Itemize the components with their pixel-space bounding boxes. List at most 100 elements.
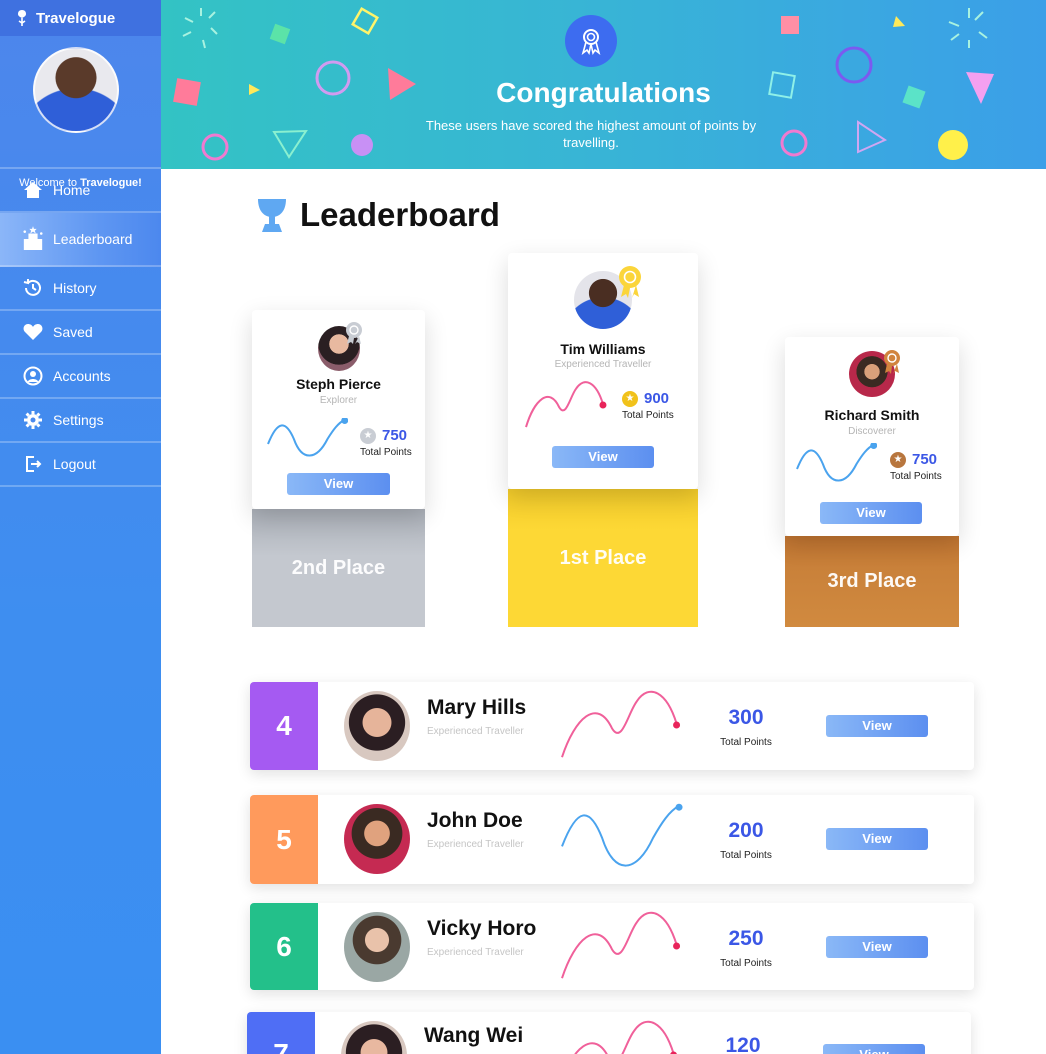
sidebar-item-logout[interactable]: Logout xyxy=(0,443,161,487)
row-sparkline xyxy=(561,690,681,758)
table-row[interactable]: 5 John Doe Experienced Traveller 200 Tot… xyxy=(250,795,974,884)
sidebar: Travelogue Welcome to Travelogue! Home L… xyxy=(0,0,161,1054)
gold-medal-icon xyxy=(619,266,641,298)
sparkline-endpoint xyxy=(675,803,683,811)
table-row[interactable]: 4 Mary Hills Experienced Traveller 300 T… xyxy=(250,682,974,770)
podium-points-label: Total Points xyxy=(622,410,674,421)
page-title: Leaderboard xyxy=(300,196,500,233)
sidebar-item-saved[interactable]: Saved xyxy=(0,311,161,355)
view-button[interactable]: View xyxy=(552,446,654,468)
table-row[interactable]: 7 Wang Wei 120 View xyxy=(247,1012,971,1054)
podium-points: ★ 750 xyxy=(890,451,937,468)
sparkline-endpoint xyxy=(673,721,681,729)
podium-points: ★ 750 xyxy=(360,427,407,444)
podium-sparkline xyxy=(796,443,877,482)
bronze-medal-icon xyxy=(884,350,900,374)
gear-icon xyxy=(22,409,44,431)
row-points-value: 250 xyxy=(728,927,764,950)
brand[interactable]: Travelogue xyxy=(0,0,161,36)
sparkline-path xyxy=(561,911,678,979)
brand-name: Travelogue xyxy=(36,9,116,27)
travelogue-logo-icon xyxy=(18,10,26,26)
podium-block-second: 2nd Place xyxy=(252,509,425,627)
sidebar-item-settings[interactable]: Settings xyxy=(0,399,161,443)
welcome-text: Welcome to Travelogue! xyxy=(0,177,161,189)
podium-name: Tim Williams xyxy=(560,341,646,357)
sparkline-path xyxy=(267,418,346,457)
sparkline-endpoint xyxy=(673,942,681,950)
row-points-label: Total Points xyxy=(720,958,772,969)
sidebar-item-leaderboard[interactable]: Leaderboard xyxy=(0,213,161,267)
account-icon xyxy=(22,365,44,387)
sidebar-item-home[interactable]: Home xyxy=(0,169,161,213)
avatar[interactable] xyxy=(344,912,410,982)
welcome-prefix: Welcome to xyxy=(19,177,81,189)
sparkline-path xyxy=(561,690,678,758)
podium-points-label: Total Points xyxy=(890,471,942,482)
silver-medal-icon xyxy=(346,322,362,344)
table-row[interactable]: 6 Vicky Horo Experienced Traveller 250 T… xyxy=(250,903,974,990)
row-name: Mary Hills xyxy=(427,696,527,719)
row-role: Experienced Traveller xyxy=(427,947,524,958)
congratulations-banner: Congratulations These users have scored … xyxy=(161,0,1046,169)
podium-sparkline xyxy=(267,418,348,457)
view-button[interactable]: View xyxy=(287,473,390,495)
rank-badge: 6 xyxy=(250,903,318,990)
row-points-value: 300 xyxy=(728,706,764,729)
podium-place-label: 2nd Place xyxy=(291,556,386,579)
podium-points: ★ 900 xyxy=(622,390,669,407)
row-sparkline xyxy=(574,1020,677,1054)
sidebar-item-label: Saved xyxy=(53,324,93,340)
sparkline-endpoint xyxy=(341,418,348,425)
view-button[interactable]: View xyxy=(826,828,928,850)
row-name: Wang Wei xyxy=(424,1024,524,1047)
sidebar-item-accounts[interactable]: Accounts xyxy=(0,355,161,399)
podium-place-label: 3rd Place xyxy=(827,570,917,592)
view-button[interactable]: View xyxy=(820,502,922,524)
row-points-label: Total Points xyxy=(720,737,772,748)
rank-badge: 7 xyxy=(247,1012,315,1054)
row-points-value: 200 xyxy=(728,819,764,842)
podium-card-third: Richard Smith Discoverer ★ 750 Total Poi… xyxy=(785,337,959,536)
banner-subtitle: These users have scored the highest amou… xyxy=(425,118,757,150)
podium-points-value: 750 xyxy=(382,427,408,444)
row-role: Experienced Traveller xyxy=(427,839,524,850)
podium-place-label: 1st Place xyxy=(559,546,647,569)
row-points-label: Total Points xyxy=(720,850,772,861)
sparkline-path xyxy=(574,1020,675,1054)
sidebar-item-label: Logout xyxy=(53,456,96,472)
podium-block-first: 1st Place xyxy=(508,489,698,627)
podium-block-third: 3rd Place xyxy=(785,536,959,627)
podium-role: Explorer xyxy=(319,395,358,406)
bronze-star-icon: ★ xyxy=(890,451,906,468)
sparkline-endpoint xyxy=(599,401,607,409)
podium-points-value: 750 xyxy=(912,451,938,468)
avatar[interactable] xyxy=(344,691,410,761)
sidebar-item-label: Leaderboard xyxy=(53,231,133,247)
welcome-brand: Travelogue! xyxy=(80,177,142,189)
history-icon xyxy=(22,277,44,299)
row-points-value: 120 xyxy=(725,1034,761,1054)
silver-star-icon: ★ xyxy=(360,427,376,444)
view-button[interactable]: View xyxy=(826,715,928,737)
avatar[interactable] xyxy=(341,1021,407,1054)
rank-badge: 5 xyxy=(250,795,318,884)
sidebar-item-label: Settings xyxy=(53,412,104,428)
podium-role: Discoverer xyxy=(848,426,896,437)
row-sparkline xyxy=(561,911,681,979)
banner-title: Congratulations xyxy=(496,77,711,108)
sidebar-item-history[interactable]: History xyxy=(0,267,161,311)
avatar[interactable] xyxy=(33,47,119,133)
sparkline-path xyxy=(796,443,875,482)
sparkline-path xyxy=(561,804,680,867)
podium-role: Experienced Traveller xyxy=(554,359,652,370)
podium-name: Richard Smith xyxy=(824,407,920,423)
podium-card-first: Tim Williams Experienced Traveller ★ 900… xyxy=(508,253,698,489)
view-button[interactable]: View xyxy=(826,936,928,958)
avatar[interactable] xyxy=(344,804,410,874)
row-name: John Doe xyxy=(427,809,523,832)
row-name: Vicky Horo xyxy=(427,917,537,940)
view-button[interactable]: View xyxy=(823,1044,925,1054)
award-ribbon-icon xyxy=(565,15,617,67)
trophy-icon xyxy=(258,199,286,232)
